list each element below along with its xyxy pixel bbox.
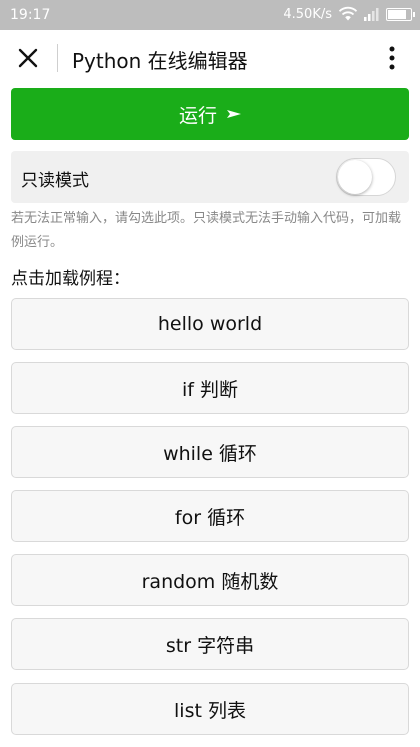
network-speed: 4.50K/s xyxy=(283,6,332,22)
status-bar: 19:17 4.50K/s xyxy=(0,0,420,30)
example-str-button[interactable]: str 字符串 xyxy=(11,618,409,670)
readonly-hint: 若无法正常输入，请勾选此项。只读模式无法手动输入代码，可加载例运行。 xyxy=(11,211,402,250)
page-title: Python 在线编辑器 xyxy=(72,49,248,73)
toggle-knob xyxy=(338,160,372,194)
close-icon[interactable] xyxy=(14,44,42,72)
more-vertical-icon[interactable] xyxy=(378,44,406,72)
run-button-label: 运行 xyxy=(178,104,217,127)
title-bar: Python 在线编辑器 xyxy=(0,30,420,86)
wifi-icon xyxy=(338,6,358,21)
example-list-button[interactable]: list 列表 xyxy=(11,683,409,735)
readonly-mode-toggle[interactable] xyxy=(336,158,396,196)
example-for-button[interactable]: for 循环 xyxy=(11,490,409,542)
battery-icon xyxy=(386,7,415,21)
run-button[interactable]: 运行 xyxy=(11,88,409,140)
example-if-button[interactable]: if 判断 xyxy=(11,362,409,414)
signal-icon xyxy=(364,8,379,21)
readonly-mode-label: 只读模式 xyxy=(21,171,89,191)
status-icons: 4.50K/s xyxy=(283,6,415,22)
examples-title: 点击加载例程： xyxy=(11,269,130,289)
play-arrow-icon xyxy=(227,110,241,118)
example-random-button[interactable]: random 随机数 xyxy=(11,554,409,606)
example-hello-world-button[interactable]: hello world xyxy=(11,298,409,350)
status-time: 19:17 xyxy=(10,7,51,23)
readonly-mode-row: 只读模式 xyxy=(11,151,409,203)
example-while-button[interactable]: while 循环 xyxy=(11,426,409,478)
title-divider xyxy=(57,44,58,72)
